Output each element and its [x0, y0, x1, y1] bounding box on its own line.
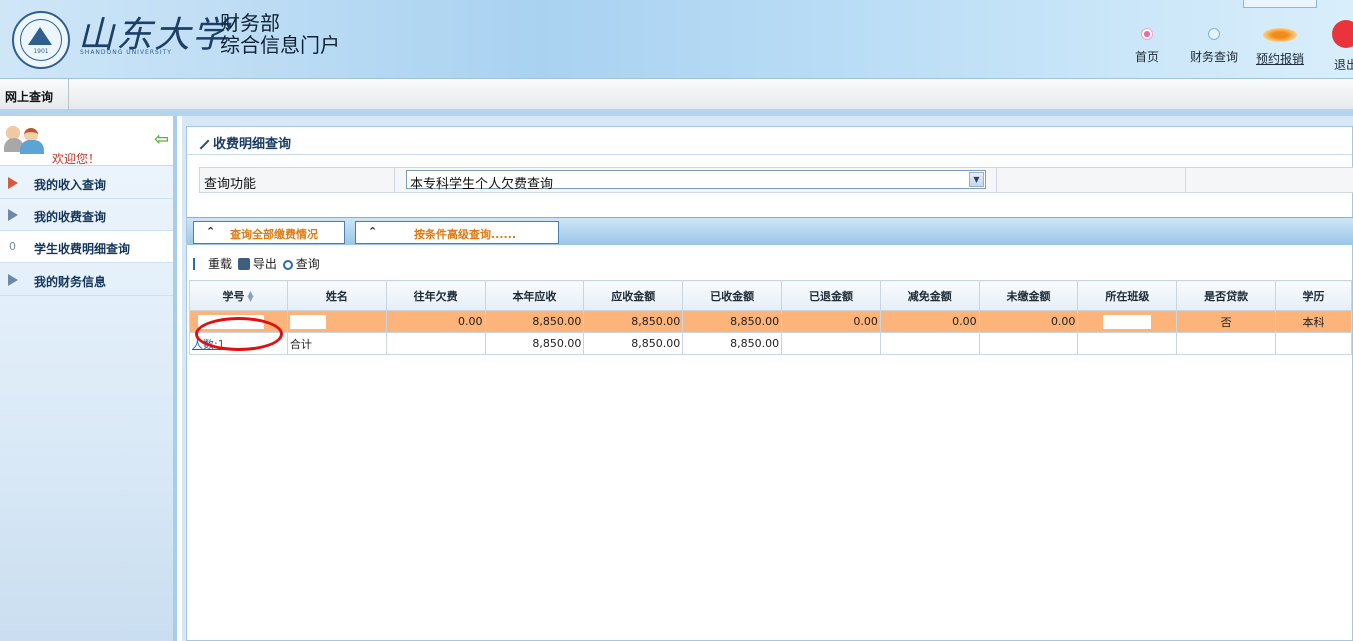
table-header-row: 学号 ▲ ▼ 姓名 往年欠费 本年应收 应收金额 已收金额 已退金额 减免金额 未缴…: [189, 280, 1352, 311]
header: 1901 山东大学 SHANDONG UNIVERSITY 财务部 综合信息门户…: [0, 0, 1353, 78]
sidebar-item-my-fees[interactable]: 我的收费查询: [0, 199, 173, 231]
annotation-circle: [195, 317, 283, 351]
col-header-education[interactable]: 学历: [1275, 280, 1352, 311]
table-total-row: 人数:1 合计 8,850.00 8,850.00 8,850.00: [189, 332, 1352, 355]
nav-finance-query[interactable]: 财务查询: [1186, 28, 1242, 65]
portal-title: 财务部 综合信息门户: [220, 11, 340, 57]
power-icon: [1332, 20, 1353, 48]
university-english-name: SHANDONG UNIVERSITY: [80, 49, 172, 56]
welcome-text: 欢迎您！: [52, 152, 101, 166]
tab-advanced-query[interactable]: ⌃ 按条件高级查询......: [355, 221, 559, 244]
table-row[interactable]: 0.00 8,850.00 8,850.00 8,850.00 0.00 0.0…: [189, 310, 1352, 333]
pencil-icon: [192, 132, 210, 150]
cell-total-receivable: 8,850.00: [583, 332, 684, 355]
fee-detail-table: 学号 ▲ ▼ 姓名 往年欠费 本年应收 应收金额 已收金额 已退金额 减免金额 未缴…: [189, 280, 1352, 355]
user-box: 欢迎您！ ⇦: [0, 116, 173, 166]
cell-loan: 否: [1176, 310, 1277, 333]
col-header-class[interactable]: 所在班级: [1077, 280, 1178, 311]
menu-bar: 网上查询: [0, 78, 1353, 110]
cell-total-empty: [1077, 332, 1178, 355]
collapse-arrow-icon[interactable]: ⇦: [154, 131, 172, 149]
cell-education: 本科: [1275, 310, 1352, 333]
cell-refunded: 0.00: [781, 310, 881, 333]
reload-icon: [193, 258, 205, 270]
cell-receivable: 8,850.00: [583, 310, 684, 333]
cell-class-redacted: [1077, 310, 1178, 333]
arrow-right-icon: [8, 209, 18, 221]
query-empty-cell: [996, 168, 1186, 192]
query-function-label: 查询功能: [200, 168, 395, 192]
cell-name-redacted: [286, 310, 387, 333]
sidebar-item-student-fee-detail[interactable]: 0 学生收费明细查询: [0, 231, 173, 263]
nav-booking[interactable]: 预约报销: [1252, 28, 1308, 67]
home-dot-icon: [1141, 28, 1153, 40]
redacted-username: [52, 118, 94, 130]
export-button[interactable]: 导出: [237, 257, 277, 271]
reload-button[interactable]: 重载: [193, 257, 232, 271]
query-dot-icon: [1208, 28, 1220, 40]
grid-toolbar: 重载 导出 查询: [193, 255, 322, 273]
cell-prior-arrears: 0.00: [385, 310, 486, 333]
cell-total-empty: [978, 332, 1079, 355]
chevron-down-icon[interactable]: ▼: [969, 172, 984, 187]
main-area: 收费明细查询 查询功能 本专科学生个人欠费查询 ▼ ⌃ 查询全部缴费情况 ⌃ 按…: [182, 116, 1353, 641]
cell-total-empty: [879, 332, 980, 355]
menu-online-query[interactable]: 网上查询: [0, 79, 69, 110]
top-box: [1243, 0, 1317, 8]
cell-total-current-receivable: 8,850.00: [484, 332, 585, 355]
col-header-current-receivable[interactable]: 本年应收: [484, 280, 585, 311]
cell-waived: 0.00: [879, 310, 980, 333]
nav-home[interactable]: 首页: [1130, 28, 1164, 65]
users-avatar-icon: [4, 124, 44, 154]
tab-query-all-payments[interactable]: ⌃ 查询全部缴费情况: [193, 221, 345, 244]
cell-unpaid: 0.00: [978, 310, 1079, 333]
chevron-up-icon: ⌃: [206, 225, 216, 238]
cell-total-empty: [1176, 332, 1277, 355]
nav-logout[interactable]: 退出: [1326, 20, 1353, 73]
query-function-row: 查询功能 本专科学生个人欠费查询 ▼: [199, 167, 1353, 193]
sidebar-item-my-finance-info[interactable]: 我的财务信息: [0, 264, 173, 296]
cell-total-empty: [1275, 332, 1352, 355]
cell-current-receivable: 8,850.00: [484, 310, 585, 333]
col-header-loan[interactable]: 是否贷款: [1176, 280, 1277, 311]
cell-total-empty: [781, 332, 881, 355]
cell-total-label: 合计: [286, 332, 387, 355]
panel-title: 收费明细查询: [187, 127, 1352, 155]
university-seal-logo: 1901: [12, 11, 70, 69]
query-function-select[interactable]: 本专科学生个人欠费查询 ▼: [406, 170, 986, 192]
sort-icon[interactable]: ▲ ▼: [246, 289, 254, 302]
cell-total-received: 8,850.00: [682, 332, 783, 355]
col-header-waived[interactable]: 减免金额: [879, 280, 980, 311]
col-header-name[interactable]: 姓名: [286, 280, 387, 311]
chevron-up-icon: ⌃: [368, 225, 378, 238]
print-icon: [237, 258, 250, 270]
search-icon: [282, 260, 293, 270]
arrow-right-icon: [8, 274, 18, 286]
query-tab-strip: ⌃ 查询全部缴费情况 ⌃ 按条件高级查询......: [187, 217, 1353, 245]
col-header-refunded[interactable]: 已退金额: [781, 280, 881, 311]
cell-total-empty: [385, 332, 486, 355]
col-header-receivable[interactable]: 应收金额: [583, 280, 684, 311]
arrow-right-icon: [8, 177, 18, 189]
booking-icon: [1263, 28, 1297, 42]
col-header-unpaid[interactable]: 未缴金额: [978, 280, 1079, 311]
cell-received: 8,850.00: [682, 310, 783, 333]
sidebar-item-my-income[interactable]: 我的收入查询: [0, 167, 173, 199]
col-header-prior-arrears[interactable]: 往年欠费: [385, 280, 486, 311]
col-header-received[interactable]: 已收金额: [682, 280, 783, 311]
fee-detail-panel: 收费明细查询 查询功能 本专科学生个人欠费查询 ▼ ⌃ 查询全部缴费情况 ⌃ 按…: [186, 126, 1353, 641]
col-header-student-id[interactable]: 学号 ▲ ▼: [189, 280, 288, 311]
sidebar: 欢迎您！ ⇦ 我的收入查询 我的收费查询 0 学生收费明细查询 我的财务信息: [0, 116, 177, 641]
search-button[interactable]: 查询: [282, 257, 320, 271]
